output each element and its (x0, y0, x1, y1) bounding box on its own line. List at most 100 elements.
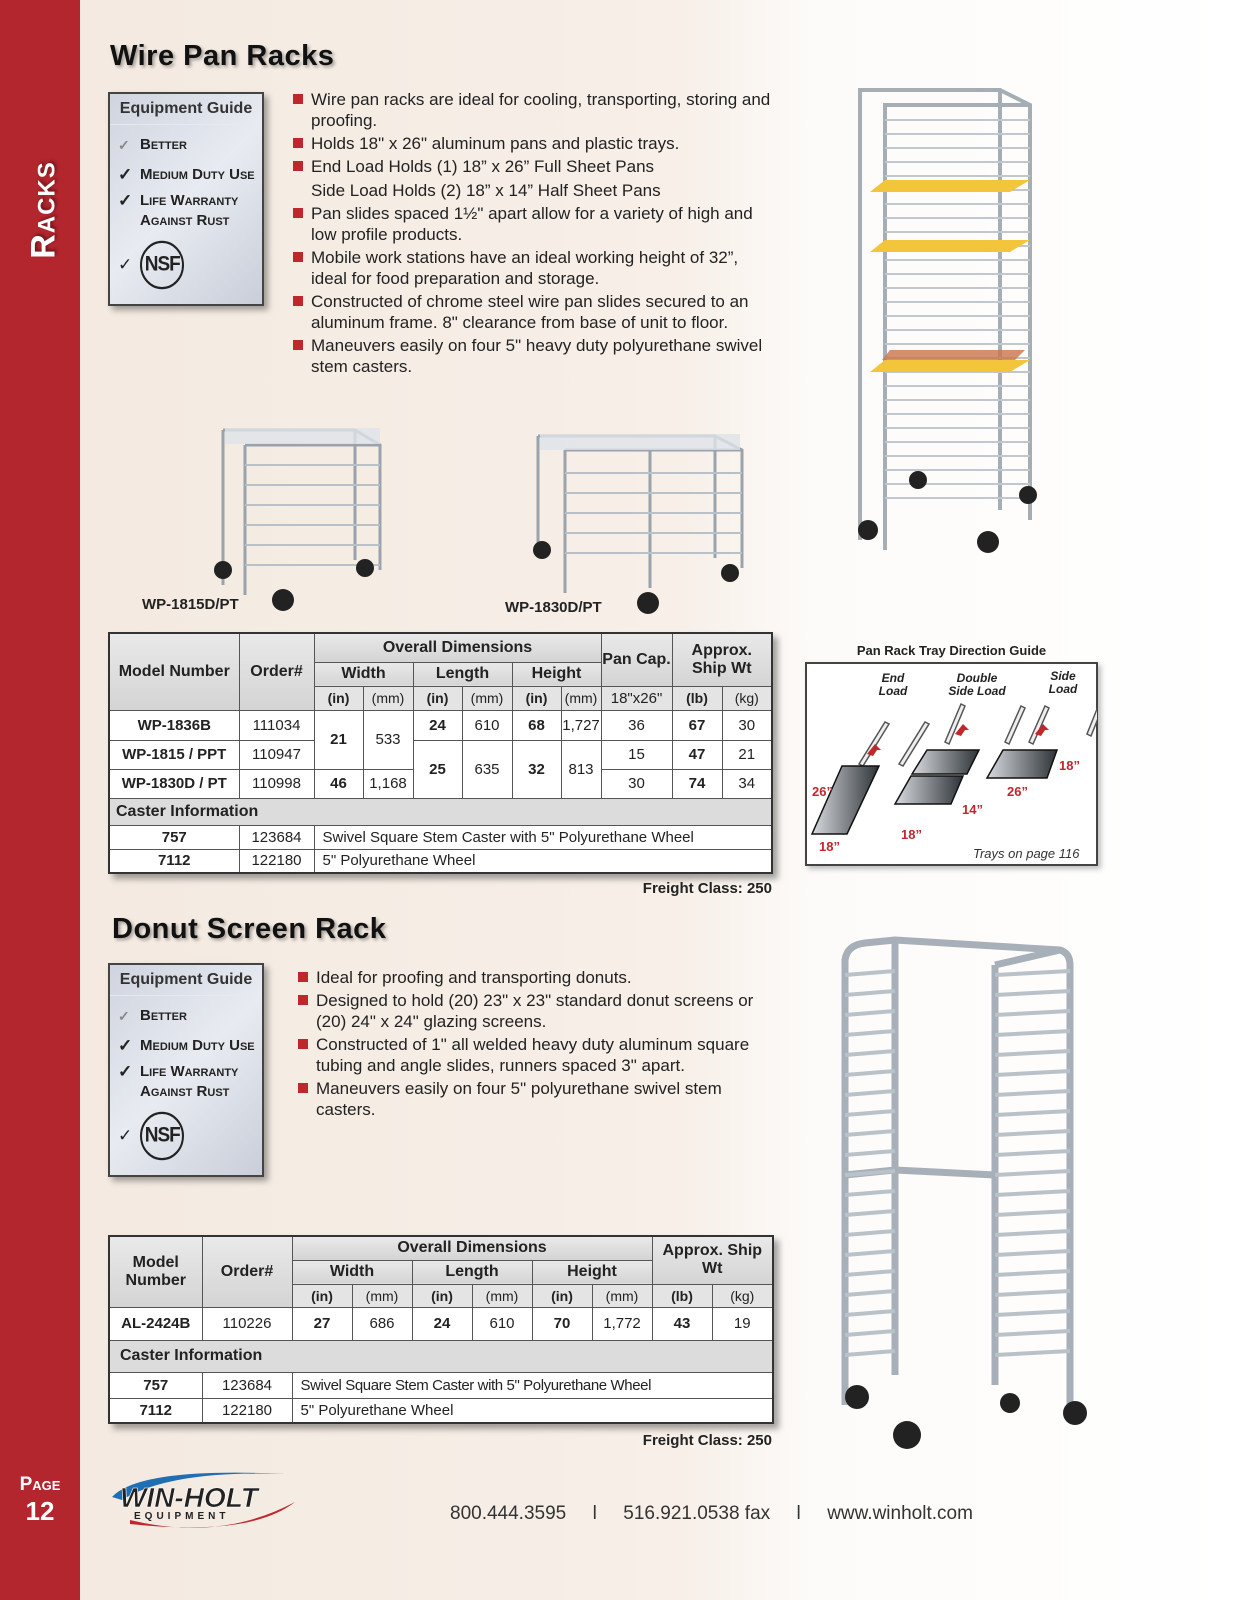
cell-length-mm: 635 (461, 739, 513, 799)
cell-height-in: 70 (531, 1306, 593, 1341)
cell-height-mm: 1,727 (560, 709, 602, 741)
check-icon: ✓ (118, 1126, 133, 1145)
screen-runner (844, 989, 896, 997)
label-side-load: Side Load (1048, 669, 1078, 696)
feature-item: Ideal for proofing and transporting donu… (298, 967, 773, 988)
screen-runner (844, 969, 896, 977)
cell-order: 122180 (238, 848, 315, 874)
feature-item: Wire pan racks are ideal for cooling, tr… (293, 89, 773, 131)
screen-runner (994, 1149, 1071, 1157)
header-overall: Overall Dimensions (291, 1235, 653, 1261)
feature-item: End Load Holds (1) 18” x 26” Full Sheet … (293, 156, 773, 177)
cell-lb: 67 (671, 709, 723, 741)
section-title-wire-pan-racks: Wire Pan Racks (110, 40, 335, 72)
cell-length-mm: 610 (461, 709, 513, 741)
dim-label: 18” (819, 839, 840, 854)
cell-model: 7112 (108, 1397, 203, 1424)
screen-runner (844, 1349, 896, 1357)
screen-runner (844, 1049, 896, 1057)
screen-runner (994, 1129, 1071, 1137)
tray-direction-guide: End Load Double Side Load Side Load 26” … (805, 662, 1098, 866)
header-order: Order# (238, 632, 315, 711)
unit-in: (in) (511, 685, 562, 711)
check-icon: ✓ (118, 191, 133, 210)
screen-runner (994, 1169, 1071, 1177)
unit-lb: (lb) (651, 1283, 713, 1308)
page-number: 12 (25, 1496, 55, 1526)
check-icon: ✓ (118, 1036, 133, 1055)
caster-info-header: Caster Information (108, 1339, 774, 1373)
cell-order: 110226 (201, 1306, 293, 1341)
feature-item: Maneuvers easily on four 5" heavy duty p… (293, 335, 773, 377)
cell-order: 110947 (238, 739, 315, 770)
screen-runner (994, 1089, 1071, 1097)
dim-label: 18” (901, 827, 922, 842)
unit-kg: (kg) (721, 685, 773, 711)
screen-runner (994, 1229, 1071, 1237)
screen-runner (844, 1249, 896, 1257)
caster-row: 757 123684 Swivel Square Stem Caster wit… (108, 1371, 774, 1399)
cell-height-in: 32 (511, 739, 562, 799)
cell-height-mm: 1,772 (591, 1306, 653, 1341)
cell-lb: 47 (671, 739, 723, 770)
svg-text:WIN-HOLT: WIN-HOLT (120, 1482, 261, 1513)
section-title-donut-screen-rack: Donut Screen Rack (112, 913, 387, 945)
cell-desc: Swivel Square Stem Caster with 5" Polyur… (291, 1371, 774, 1399)
feature-item: Constructed of chrome steel wire pan sli… (293, 291, 773, 333)
unit-mm: (mm) (461, 685, 513, 711)
screen-runner (844, 1029, 896, 1037)
guide-item: Against Rust (140, 212, 230, 229)
feature-item: Maneuvers easily on four 5" polyurethane… (298, 1078, 773, 1120)
screen-runner (994, 1349, 1071, 1357)
wire-rack-spec-table: Model Number Order# Overall Dimensions P… (108, 632, 774, 874)
unit-mm: (mm) (560, 685, 602, 711)
screen-runner (994, 1309, 1071, 1317)
fax: 516.921.0538 fax (623, 1503, 771, 1524)
cell-height-in: 68 (511, 709, 562, 741)
guide-item: Against Rust (140, 1083, 230, 1100)
screen-runner (844, 1129, 896, 1137)
header-order: Order# (201, 1235, 293, 1308)
guide-item: Medium Duty Use (140, 166, 255, 183)
win-holt-logo: WIN-HOLT EQUIPMENT (112, 1472, 295, 1528)
header-ship: Approx. Ship Wt (671, 632, 773, 687)
dim-label: 26” (1007, 784, 1028, 799)
website-link[interactable]: www.winholt.com (827, 1503, 973, 1524)
unit-in: (in) (313, 685, 364, 711)
screen-runner (844, 1309, 896, 1317)
section-label-text: Racks (24, 161, 63, 259)
cell-pan: 36 (600, 709, 673, 741)
cell-length-in: 25 (412, 739, 463, 799)
unit-in: (in) (291, 1283, 353, 1308)
feature-item: Pan slides spaced 1½" apart allow for a … (293, 203, 773, 245)
phone: 800.444.3595 (450, 1503, 567, 1524)
guide-title: Equipment Guide (110, 965, 262, 996)
nsf-logo: NSF (140, 1111, 185, 1161)
caster-row: 757 123684 Swivel Square Stem Caster wit… (108, 824, 773, 850)
unit-mm: (mm) (591, 1283, 653, 1308)
feature-item: Designed to hold (20) 23" x 23" standard… (298, 990, 773, 1032)
header-model: Model Number (108, 632, 240, 711)
cell-desc: 5" Polyurethane Wheel (291, 1397, 774, 1424)
feature-item: Holds 18" x 26" aluminum pans and plasti… (293, 133, 773, 154)
guide-item: Life Warranty (140, 1063, 239, 1080)
cell-height-mm: 813 (560, 739, 602, 799)
caster-info-header: Caster Information (108, 797, 773, 826)
cell-width-mm: 1,168 (362, 768, 414, 799)
product-label: WP-1815D/PT (142, 596, 239, 613)
cell-width-in: 27 (291, 1306, 353, 1341)
header-length: Length (411, 1259, 533, 1285)
unit-kg: (kg) (711, 1283, 774, 1308)
cell-desc: 5" Polyurethane Wheel (313, 848, 773, 874)
nsf-logo: NSF (140, 240, 185, 290)
footer-contact: 800.444.3595 l 516.921.0538 fax l www.wi… (450, 1503, 973, 1525)
cell-length-in: 24 (411, 1306, 473, 1341)
check-icon: ✓ (118, 255, 133, 274)
screen-runner (844, 1009, 896, 1017)
table-row: AL-2424B 110226 27 686 24 610 70 1,772 4… (108, 1306, 774, 1341)
check-icon: ✓ (118, 165, 133, 184)
header-width: Width (313, 661, 414, 687)
dim-label: 26” (812, 784, 833, 799)
unit-mm: (mm) (351, 1283, 413, 1308)
cell-kg: 34 (721, 768, 773, 799)
